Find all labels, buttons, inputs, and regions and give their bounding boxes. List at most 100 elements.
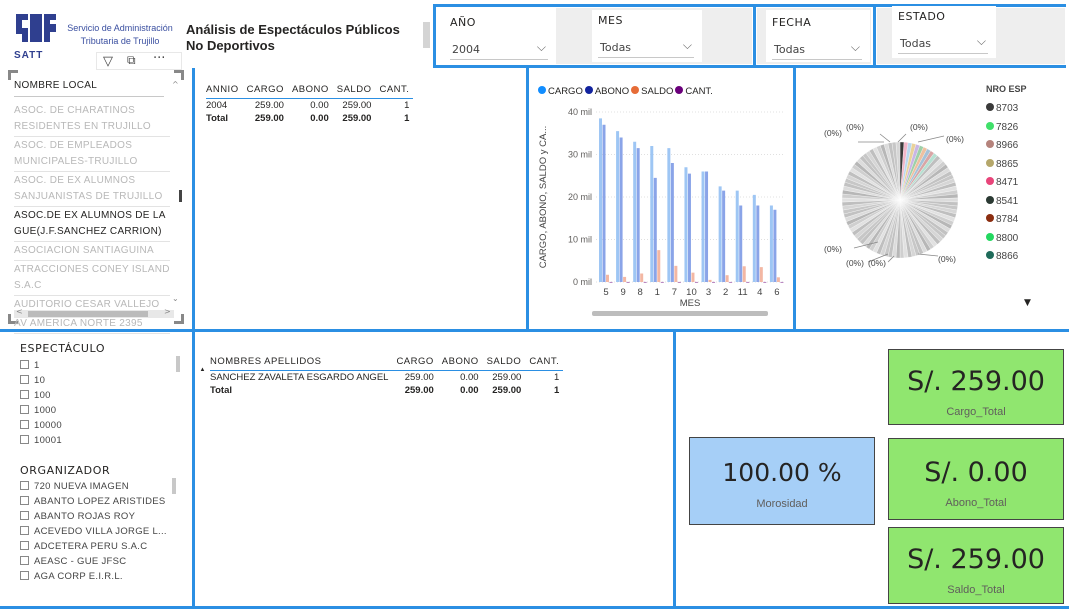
organizador-item[interactable]: ABANTO LOPEZ ARISTIDES	[20, 494, 180, 509]
year-table-col-header[interactable]: ANNIO	[206, 84, 243, 99]
pie-legend-item[interactable]: 8966	[986, 137, 1056, 156]
estado-slicer[interactable]: ESTADO Todas ⌵	[892, 6, 996, 58]
year-table-col-header[interactable]: CANT.	[375, 84, 413, 99]
organizador-item[interactable]: AGA CORP E.I.R.L.	[20, 569, 180, 584]
fecha-dropdown[interactable]: Todas ⌵	[772, 38, 862, 60]
checkbox[interactable]	[20, 360, 29, 369]
local-slicer[interactable]: NOMBRE LOCAL ^ ASOC. DE CHARATINOS RESID…	[8, 70, 184, 334]
espectaculo-item[interactable]: 1	[20, 358, 170, 373]
year-table-row[interactable]: 2004 259.00 0.00 259.00 1	[206, 98, 414, 112]
checkbox[interactable]	[20, 496, 29, 505]
bar-abono	[602, 124, 606, 282]
pie-legend-label: 8866	[996, 251, 1019, 262]
organizador-item[interactable]: ABANTO ROJAS ROY	[20, 509, 180, 524]
bar-chart[interactable]: CARGO ABONO SALDO CANT. 40 mil 30 mil 20 mil 1…	[534, 76, 790, 322]
cargo-card: S/. 259.00 Cargo_Total	[888, 349, 1064, 425]
checkbox[interactable]	[20, 571, 29, 580]
pie-data-label: (0%)	[946, 134, 964, 144]
espectaculo-item[interactable]: 1000	[20, 403, 170, 418]
hscroll-right-icon[interactable]: >	[164, 307, 171, 316]
espectaculo-item[interactable]: 10000	[20, 418, 170, 433]
title-scrollbar[interactable]	[423, 22, 430, 48]
checkbox[interactable]	[20, 541, 29, 550]
pie-legend-item[interactable]: 8865	[986, 156, 1056, 175]
bar-saldo	[606, 274, 609, 282]
checkbox[interactable]	[20, 420, 29, 429]
bar-legend-item[interactable]: SALDO	[631, 86, 673, 97]
local-scroll-down-icon[interactable]: ⌄	[172, 294, 179, 303]
mes-slicer[interactable]: MES Todas ⌵	[592, 10, 702, 62]
mes-dropdown[interactable]: Todas ⌵	[598, 36, 694, 58]
espectaculo-item[interactable]: 10001	[20, 433, 170, 448]
bar-saldo	[691, 272, 695, 282]
organizador-item[interactable]: ADCETERA PERU S.A.C	[20, 539, 180, 554]
legend-dot-icon	[986, 177, 994, 185]
pie-legend-item[interactable]: 8703	[986, 100, 1056, 119]
year-table-col-header[interactable]: ABONO	[288, 84, 333, 99]
organizador-item[interactable]: ACEVEDO VILLA JORGE L...	[20, 524, 180, 539]
pie-legend-item[interactable]: 7826	[986, 119, 1056, 138]
bar-legend-item[interactable]: ABONO	[584, 86, 629, 97]
year-table-col-header[interactable]: SALDO	[333, 84, 376, 99]
bar-legend-item[interactable]: CANT.	[675, 86, 713, 97]
local-hscrollbar[interactable]: < >	[14, 307, 174, 318]
bar-cargo	[735, 190, 739, 282]
person-table-col-header[interactable]: ABONO	[438, 356, 483, 371]
focus-mode-icon[interactable]: ⧉	[127, 53, 136, 68]
espectaculo-slicer[interactable]: ESPECTÁCULO 1 10 100 1000 10000 10001	[20, 338, 186, 456]
checkbox[interactable]	[20, 526, 29, 535]
bar-legend-item[interactable]: CARGO	[538, 86, 583, 97]
pie-legend-item[interactable]: 8541	[986, 193, 1056, 212]
fecha-slicer[interactable]: FECHA Todas ⌵	[766, 10, 870, 62]
pie-legend-item[interactable]: 8866	[986, 248, 1056, 267]
checkbox[interactable]	[20, 405, 29, 414]
anio-dropdown[interactable]: 2004 ⌵	[450, 38, 548, 60]
local-list-item[interactable]: ASOCIACION SANTIAGUINA	[14, 242, 170, 261]
hscroll-left-icon[interactable]: <	[16, 307, 23, 316]
organizador-slicer[interactable]: ORGANIZADOR 720 NUEVA IMAGEN ABANTO LOPEZ…	[20, 460, 186, 600]
espectaculo-item[interactable]: 10	[20, 373, 170, 388]
filter-icon[interactable]: ▽	[103, 54, 113, 69]
organizador-slicer-title: ORGANIZADOR	[20, 464, 111, 477]
checkbox[interactable]	[20, 435, 29, 444]
person-table-col-header[interactable]: CANT.	[525, 356, 563, 371]
organizador-item[interactable]: 720 NUEVA IMAGEN	[20, 479, 180, 494]
local-vscroll-thumb[interactable]	[179, 190, 182, 202]
local-list-item[interactable]: ASOC. DE CHARATINOS RESIDENTES EN TRUJIL…	[14, 102, 170, 137]
checkbox[interactable]	[20, 511, 29, 520]
estado-dropdown[interactable]: Todas ⌵	[898, 32, 988, 54]
organizador-scroll-thumb[interactable]	[172, 478, 176, 494]
pie-legend-item[interactable]: 8784	[986, 211, 1056, 230]
checkbox[interactable]	[20, 481, 29, 490]
person-table-col-header[interactable]: NOMBRES APELLIDOS ▲	[199, 356, 392, 373]
local-list-item[interactable]: ASOC. DE EX ALUMNOS SANJUANISTAS DE TRUJ…	[14, 172, 170, 207]
year-table-col-header[interactable]: CARGO	[243, 84, 288, 99]
local-list-item[interactable]: ATRACCIONES CONEY ISLAND S.A.C	[14, 261, 170, 296]
organizador-item[interactable]: AEASC - GUE JFSC	[20, 554, 180, 569]
local-list-item[interactable]: ASOC. DE EMPLEADOS MUNICIPALES-TRUJILLO	[14, 137, 170, 172]
person-table-grid: NOMBRES APELLIDOS ▲ CARGO ABONO SALDO CANT. S…	[199, 356, 564, 397]
person-table-row[interactable]: SANCHEZ ZAVALETA ESGARDO ANGEL 259.00 0.00…	[210, 370, 564, 384]
legend-scroll-down-icon[interactable]: ▼	[1024, 298, 1031, 308]
bar-chart-hscroll-thumb[interactable]	[592, 311, 768, 316]
fecha-slicer-title: FECHA	[772, 16, 812, 29]
organizador-item-label: AGA CORP E.I.R.L.	[34, 571, 123, 582]
x-tick-label: 5	[603, 287, 608, 298]
checkbox[interactable]	[20, 390, 29, 399]
anio-slicer[interactable]: AÑO 2004 ⌵	[446, 10, 552, 62]
hscroll-thumb[interactable]	[28, 311, 148, 317]
checkbox[interactable]	[20, 375, 29, 384]
person-table-col-header[interactable]: CARGO	[392, 356, 437, 371]
more-options-icon[interactable]: ···	[153, 51, 165, 66]
checkbox[interactable]	[20, 556, 29, 565]
local-list-item[interactable]: ASOC.DE EX ALUMNOS DE LA GUE(J.F.SANCHEZ…	[14, 207, 170, 242]
person-table-col-header[interactable]: SALDO	[483, 356, 526, 371]
pie-legend-item[interactable]: 8471	[986, 174, 1056, 193]
espectaculo-item[interactable]: 100	[20, 388, 170, 403]
espectaculo-scroll-thumb[interactable]	[176, 356, 180, 372]
y-tick-label: 10 mil	[568, 235, 592, 245]
pie-legend-label: 8800	[996, 232, 1019, 244]
pie-legend-item[interactable]: 8800	[986, 230, 1056, 249]
pie-chart[interactable]: (0%) (0%) (0%) (0%) (0%) (0%) (0%) (0%) NRO ESP…	[798, 76, 1064, 326]
local-scroll-up-icon[interactable]: ^	[172, 80, 179, 89]
